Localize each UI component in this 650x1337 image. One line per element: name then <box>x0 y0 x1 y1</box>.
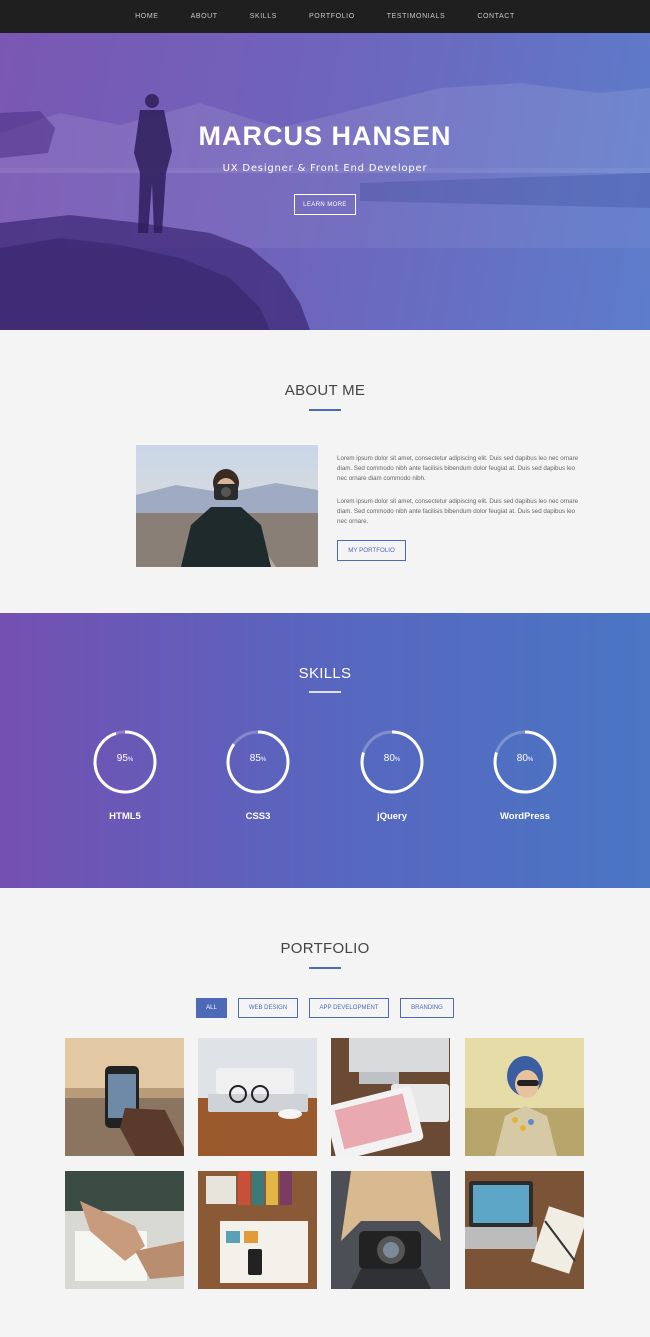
top-nav: HOME ABOUT SKILLS PORTFOLIO TESTIMONIALS… <box>0 0 650 33</box>
about-photo <box>136 445 318 567</box>
camera-woman-thumbnail <box>331 1171 450 1289</box>
hero-section: MARCUS HANSEN UX Designer & Front End De… <box>0 33 650 330</box>
hero-subtitle: UX Designer & Front End Developer <box>222 163 428 174</box>
about-title-underline <box>309 409 341 411</box>
skill-percent: 85% <box>249 753 267 764</box>
learn-more-button[interactable]: LEARN MORE <box>294 194 356 215</box>
hero-title: MARCUS HANSEN <box>198 121 452 151</box>
skills-title: SKILLS <box>298 665 352 682</box>
about-title: ABOUT ME <box>284 382 366 399</box>
design-books-thumbnail <box>198 1171 317 1289</box>
nav-home[interactable]: HOME <box>135 13 158 20</box>
about-paragraph-1: Lorem ipsum dolor sit amet, consectetur … <box>337 455 579 482</box>
portfolio-filters: ALL WEB DESIGN APP DEVELOPMENT BRANDING <box>0 998 650 1018</box>
woman-sunglasses-thumbnail <box>465 1038 584 1156</box>
nav-contact[interactable]: CONTACT <box>477 13 515 20</box>
portfolio-item[interactable] <box>465 1038 584 1156</box>
skill-name: WordPress <box>500 811 550 822</box>
skill-jquery: 80% jQuery <box>347 727 437 822</box>
skill-name: CSS3 <box>245 811 271 822</box>
portfolio-item[interactable] <box>198 1171 317 1289</box>
filter-all[interactable]: ALL <box>196 998 227 1018</box>
skills-title-underline <box>309 691 341 693</box>
portfolio-item[interactable] <box>331 1171 450 1289</box>
desk-glasses-thumbnail <box>198 1038 317 1156</box>
nav-about[interactable]: ABOUT <box>191 13 218 20</box>
portfolio-item[interactable] <box>465 1171 584 1289</box>
portfolio-section: PORTFOLIO ALL WEB DESIGN APP DEVELOPMENT… <box>0 888 650 1337</box>
portfolio-item[interactable] <box>198 1038 317 1156</box>
skill-name: HTML5 <box>109 811 141 822</box>
phone-photo-thumbnail <box>65 1038 184 1156</box>
skill-percent: 80% <box>516 753 534 764</box>
nav-portfolio[interactable]: PORTFOLIO <box>309 13 355 20</box>
filter-app-development[interactable]: APP DEVELOPMENT <box>309 998 389 1018</box>
my-portfolio-button[interactable]: MY PORTFOLIO <box>337 540 406 561</box>
portfolio-item[interactable] <box>65 1171 184 1289</box>
portfolio-item[interactable] <box>331 1038 450 1156</box>
skill-percent: 80% <box>383 753 401 764</box>
skill-css3: 85% CSS3 <box>213 727 303 822</box>
portfolio-item[interactable] <box>65 1038 184 1156</box>
hero-background-image <box>0 83 650 330</box>
nav-testimonials[interactable]: TESTIMONIALS <box>387 13 446 20</box>
portfolio-title-underline <box>309 967 341 969</box>
nav-skills[interactable]: SKILLS <box>250 13 277 20</box>
about-section: ABOUT ME Lorem ipsum dolor sit amet, con… <box>0 330 650 613</box>
portfolio-title: PORTFOLIO <box>280 940 370 957</box>
skills-section: SKILLS 95% HTML5 85% CSS3 80% jQuery 80%… <box>0 613 650 888</box>
skill-wordpress: 80% WordPress <box>480 727 570 822</box>
writing-notebook-thumbnail <box>65 1171 184 1289</box>
tablet-keyboard-thumbnail <box>331 1038 450 1156</box>
skill-percent: 95% <box>116 753 134 764</box>
laptop-desk-thumbnail <box>465 1171 584 1289</box>
skill-html5: 95% HTML5 <box>80 727 170 822</box>
filter-branding[interactable]: BRANDING <box>400 998 454 1018</box>
about-paragraph-2: Lorem ipsum dolor sit amet, consectetur … <box>337 498 579 525</box>
filter-web-design[interactable]: WEB DESIGN <box>238 998 298 1018</box>
skill-name: jQuery <box>376 811 408 822</box>
